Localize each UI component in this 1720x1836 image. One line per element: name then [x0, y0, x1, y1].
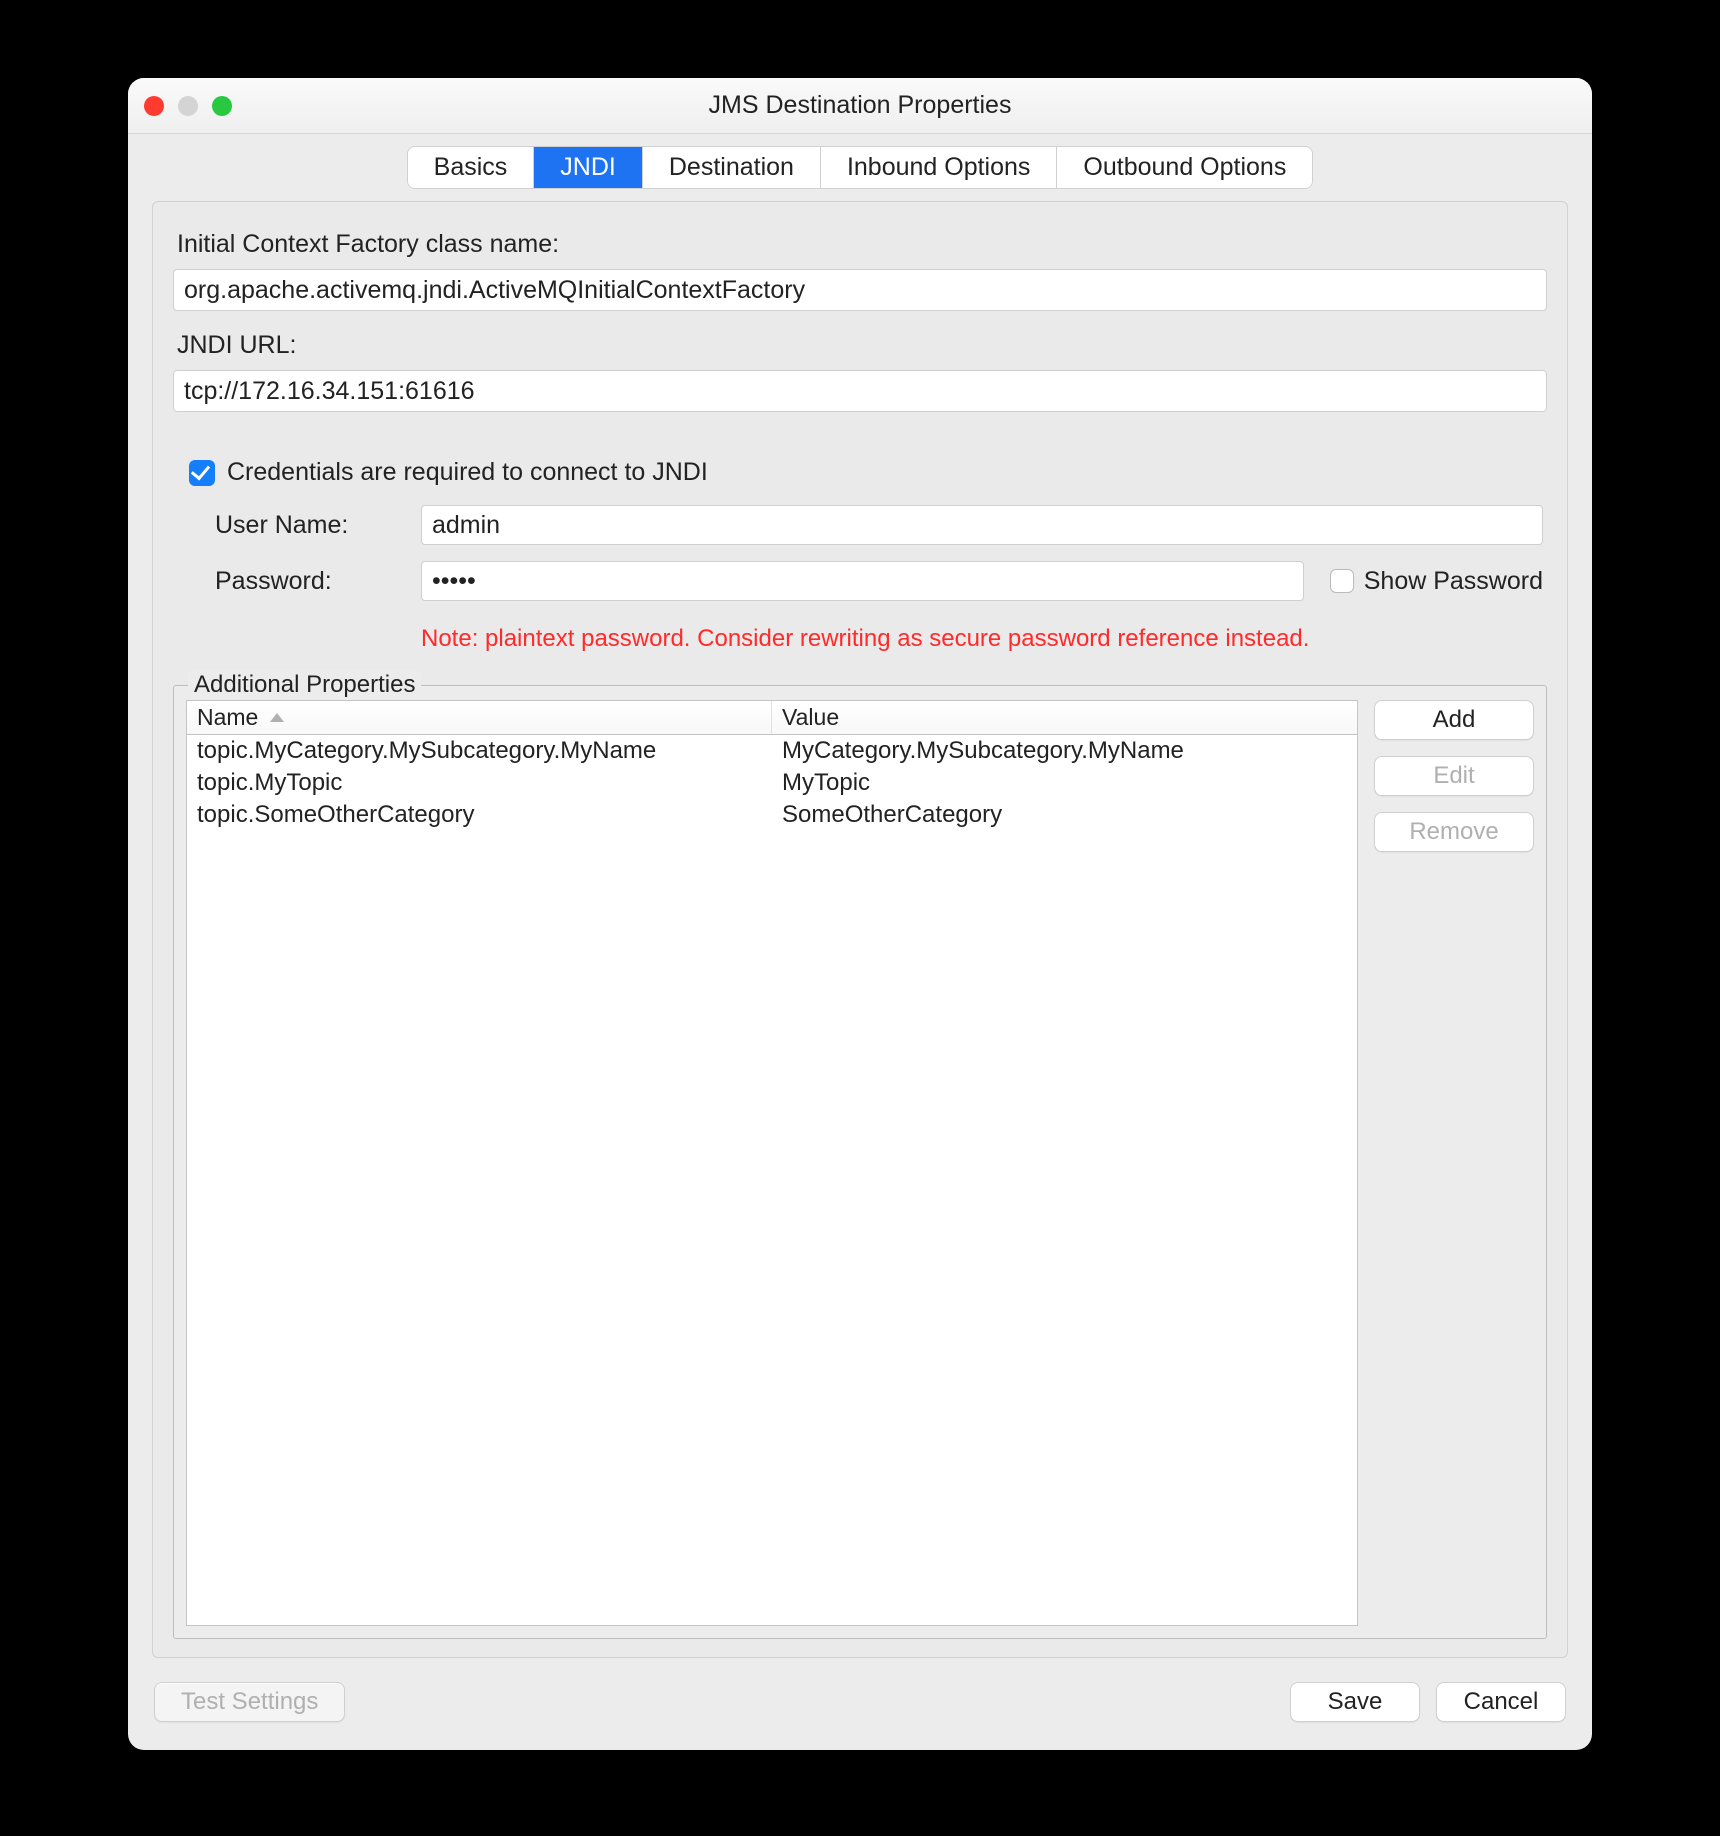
- sort-ascending-icon: [270, 713, 284, 722]
- column-header-value-text: Value: [782, 704, 839, 731]
- dialog-footer: Test Settings Save Cancel: [128, 1674, 1592, 1750]
- credentials-required-label: Credentials are required to connect to J…: [227, 458, 708, 487]
- cell-name: topic.MyCategory.MySubcategory.MyName: [187, 736, 772, 766]
- test-settings-button: Test Settings: [154, 1682, 345, 1722]
- additional-properties-fieldset: Additional Properties Name Value topic.M…: [173, 685, 1547, 1639]
- tab-outbound-options[interactable]: Outbound Options: [1057, 147, 1312, 188]
- additional-properties-buttons: Add Edit Remove: [1374, 700, 1534, 1626]
- jndi-url-label: JNDI URL:: [177, 331, 1547, 360]
- save-button[interactable]: Save: [1290, 1682, 1420, 1722]
- table-row[interactable]: topic.MyCategory.MySubcategory.MyNameMyC…: [187, 735, 1357, 767]
- cell-name: topic.SomeOtherCategory: [187, 800, 772, 830]
- table-row[interactable]: topic.SomeOtherCategorySomeOtherCategory: [187, 799, 1357, 831]
- additional-properties-table[interactable]: Name Value topic.MyCategory.MySubcategor…: [186, 700, 1358, 1626]
- tabstrip: Basics JNDI Destination Inbound Options …: [128, 134, 1592, 189]
- window-title: JMS Destination Properties: [709, 91, 1012, 120]
- tab-destination[interactable]: Destination: [643, 147, 821, 188]
- zoom-icon[interactable]: [212, 96, 232, 116]
- edit-button: Edit: [1374, 756, 1534, 796]
- jndi-panel: Initial Context Factory class name: JNDI…: [152, 201, 1568, 1658]
- password-input[interactable]: [421, 561, 1304, 601]
- tab-inbound-options[interactable]: Inbound Options: [821, 147, 1057, 188]
- column-header-name-text: Name: [197, 704, 258, 731]
- remove-button: Remove: [1374, 812, 1534, 852]
- cell-value: MyTopic: [772, 768, 1357, 798]
- jndi-url-input[interactable]: [173, 370, 1547, 412]
- column-header-name[interactable]: Name: [187, 701, 772, 734]
- show-password-label: Show Password: [1364, 567, 1543, 596]
- add-button[interactable]: Add: [1374, 700, 1534, 740]
- cancel-button[interactable]: Cancel: [1436, 1682, 1566, 1722]
- tab-basics[interactable]: Basics: [408, 147, 535, 188]
- close-icon[interactable]: [144, 96, 164, 116]
- dialog-window: JMS Destination Properties Basics JNDI D…: [128, 78, 1592, 1750]
- column-header-value[interactable]: Value: [772, 701, 1357, 734]
- credentials-required-checkbox[interactable]: [189, 460, 215, 486]
- initial-context-factory-input[interactable]: [173, 269, 1547, 311]
- cell-name: topic.MyTopic: [187, 768, 772, 798]
- table-row[interactable]: topic.MyTopicMyTopic: [187, 767, 1357, 799]
- tab-jndi[interactable]: JNDI: [534, 147, 643, 188]
- table-body: topic.MyCategory.MySubcategory.MyNameMyC…: [187, 735, 1357, 1625]
- additional-properties-legend: Additional Properties: [188, 671, 421, 699]
- show-password-checkbox[interactable]: [1330, 569, 1354, 593]
- titlebar: JMS Destination Properties: [128, 78, 1592, 134]
- minimize-icon: [178, 96, 198, 116]
- password-plaintext-warning: Note: plaintext password. Consider rewri…: [421, 625, 1543, 653]
- cell-value: SomeOtherCategory: [772, 800, 1357, 830]
- table-header: Name Value: [187, 701, 1357, 735]
- cell-value: MyCategory.MySubcategory.MyName: [772, 736, 1357, 766]
- initial-context-factory-label: Initial Context Factory class name:: [177, 230, 1547, 259]
- password-label: Password:: [215, 567, 405, 596]
- username-input[interactable]: [421, 505, 1543, 545]
- window-controls: [144, 96, 232, 116]
- username-label: User Name:: [215, 511, 405, 540]
